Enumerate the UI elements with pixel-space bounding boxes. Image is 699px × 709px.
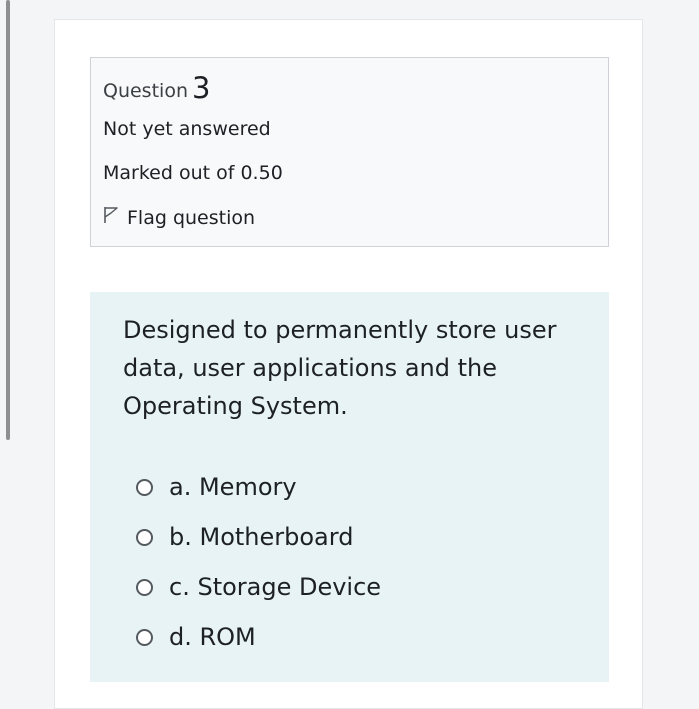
question-number: 3	[191, 71, 211, 105]
question-heading: Question 3	[103, 70, 211, 105]
question-state: Not yet answered	[103, 118, 271, 140]
answer-list: a. Memory b. Motherboard c. Storage Devi…	[136, 462, 381, 662]
answer-label[interactable]: d. ROM	[169, 623, 256, 651]
question-content: Designed to permanently store user data,…	[90, 292, 609, 682]
flag-question-link[interactable]: Flag question	[103, 206, 255, 229]
radio-button[interactable]	[136, 578, 153, 596]
page-scrollbar[interactable]	[6, 0, 10, 440]
question-text: Designed to permanently store user data,…	[123, 316, 557, 420]
flag-outline-icon	[103, 206, 127, 229]
answer-label[interactable]: b. Motherboard	[169, 523, 353, 551]
answer-option-a[interactable]: a. Memory	[136, 462, 381, 512]
answer-label[interactable]: c. Storage Device	[169, 573, 381, 601]
radio-button[interactable]	[136, 628, 153, 646]
question-grade: Marked out of 0.50	[103, 162, 283, 184]
answer-option-d[interactable]: d. ROM	[136, 612, 381, 662]
radio-button[interactable]	[136, 478, 153, 496]
answer-option-b[interactable]: b. Motherboard	[136, 512, 381, 562]
radio-button[interactable]	[136, 528, 153, 546]
answer-option-c[interactable]: c. Storage Device	[136, 562, 381, 612]
answer-label[interactable]: a. Memory	[169, 473, 297, 501]
question-info: Question 3 Not yet answered Marked out of…	[90, 57, 609, 247]
question-label: Question	[103, 80, 188, 102]
flag-question-label: Flag question	[127, 206, 256, 229]
